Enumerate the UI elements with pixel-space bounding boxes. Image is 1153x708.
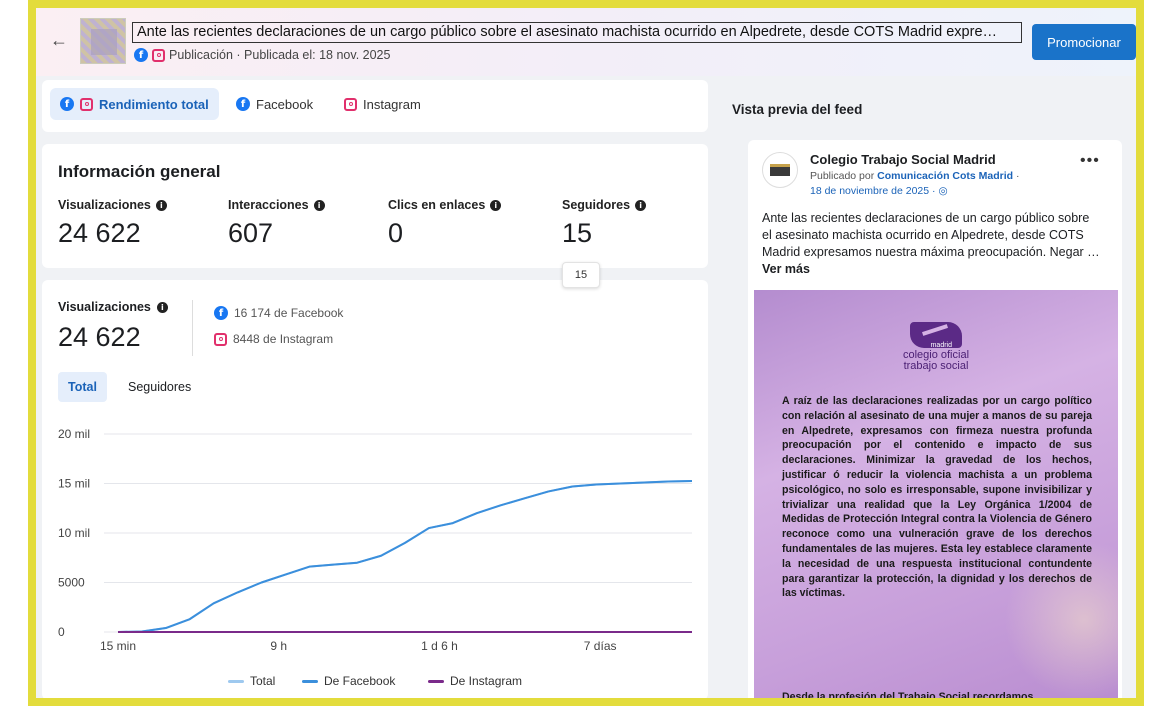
legend-facebook[interactable]: De Facebook — [302, 674, 395, 688]
page-avatar[interactable] — [762, 152, 798, 188]
post-title: Ante las recientes declaraciones de un c… — [132, 22, 1022, 43]
views-label: Visualizaciones — [58, 300, 151, 314]
followers-tooltip: 15 — [562, 262, 600, 288]
instagram-icon — [152, 48, 165, 62]
facebook-icon: f — [60, 97, 74, 111]
post-text: Ante las recientes declaraciones de un c… — [762, 210, 1102, 278]
y-tick-label: 10 mil — [58, 526, 90, 540]
metric-label: Seguidores — [562, 198, 631, 212]
image-paragraph-2: Desde la profesión del Trabajo Social re… — [782, 691, 1034, 703]
post-thumbnail — [80, 18, 126, 64]
page-name[interactable]: Colegio Trabajo Social Madrid — [810, 152, 996, 167]
series-line-de-facebook — [117, 480, 693, 633]
legend-instagram[interactable]: De Instagram — [428, 674, 522, 688]
post-date: 18 de noviembre de 2025 · ◎ — [810, 185, 948, 197]
x-tick-label: 9 h — [270, 639, 287, 650]
tab-instagram[interactable]: Instagram — [334, 88, 431, 120]
views-value: 24 622 — [58, 322, 141, 352]
legend-swatch — [428, 679, 444, 683]
y-tick-label: 15 mil — [58, 477, 90, 491]
segment-total[interactable]: Total — [58, 372, 107, 402]
cots-logo: madrid colegio oficial trabajo social — [892, 322, 980, 382]
x-tick-label: 7 días — [584, 639, 617, 650]
back-arrow-icon[interactable]: ← — [50, 30, 68, 51]
instagram-icon — [80, 97, 93, 111]
promote-button[interactable]: Promocionar — [1032, 24, 1136, 60]
metric-followers: Seguidores i 15 — [562, 198, 647, 249]
info-icon[interactable]: i — [635, 199, 647, 211]
post-header: ← Ante las recientes declaraciones de un… — [36, 8, 1136, 76]
feed-preview-title: Vista previa del feed — [732, 102, 863, 117]
legend-swatch — [302, 679, 318, 683]
legend-swatch — [228, 679, 244, 683]
feed-post: Colegio Trabajo Social Madrid Publicado … — [748, 140, 1122, 703]
post-subtitle-row: f Publicación · Publicada el: 18 nov. 20… — [134, 48, 390, 62]
post-subtitle: Publicación · Publicada el: 18 nov. 2025 — [169, 48, 391, 62]
instagram-views: 8448 de Instagram — [214, 332, 333, 346]
metric-value: 15 — [562, 218, 593, 248]
logo-line2: trabajo social — [903, 360, 969, 372]
y-tick-label: 20 mil — [58, 427, 90, 441]
post-body: Ante las recientes declaraciones de un c… — [762, 211, 1100, 259]
metric-link-clicks: Clics en enlaces i 0 — [388, 198, 502, 249]
published-by-name[interactable]: Comunicación Cots Madrid — [877, 170, 1013, 182]
instagram-views-text: 8448 de Instagram — [233, 332, 334, 346]
legend-total[interactable]: Total — [228, 674, 275, 688]
metric-interactions: Interacciones i 607 — [228, 198, 325, 249]
general-info-title: Información general — [58, 162, 221, 181]
legend-label: De Facebook — [324, 674, 396, 688]
see-more-link[interactable]: Ver más — [762, 262, 810, 276]
instagram-icon — [344, 97, 357, 111]
instagram-icon — [214, 332, 227, 346]
globe-icon: ◎ — [938, 185, 948, 197]
post-image: madrid colegio oficial trabajo social A … — [754, 290, 1118, 703]
metric-value: 0 — [388, 218, 404, 248]
tab-label: Rendimiento total — [99, 96, 209, 112]
metric-value: 607 — [228, 218, 274, 248]
published-by-prefix: Publicado por — [810, 170, 875, 182]
info-icon[interactable]: i — [155, 199, 167, 211]
segment-followers[interactable]: Seguidores — [118, 372, 201, 402]
legend-label: Total — [250, 674, 276, 688]
tab-label: Instagram — [363, 96, 421, 112]
metric-label: Interacciones — [228, 198, 309, 212]
highlight-frame: ← Ante las recientes declaraciones de un… — [28, 0, 1144, 706]
logo-mark-icon: madrid — [910, 322, 962, 349]
tab-facebook[interactable]: f Facebook — [226, 88, 323, 120]
facebook-icon: f — [236, 97, 250, 111]
published-by: Publicado por Comunicación Cots Madrid · — [810, 170, 1020, 182]
x-tick-label: 15 min — [100, 639, 136, 650]
post-date-text: 18 de noviembre de 2025 · — [810, 185, 936, 197]
metric-views: Visualizaciones i 24 622 — [58, 198, 167, 249]
feed-preview-panel: Vista previa del feed Colegio Trabajo So… — [720, 80, 1136, 698]
y-tick-label: 5000 — [58, 576, 85, 590]
image-paragraph-1: A raíz de las declaraciones realizadas p… — [782, 395, 1092, 600]
general-info-card: Información general Visualizaciones i 24 … — [42, 144, 708, 268]
divider — [192, 300, 193, 356]
x-tick-label: 1 d 6 h — [421, 639, 458, 650]
info-icon[interactable]: i — [156, 301, 168, 313]
platform-tabs: f Rendimiento total f Facebook Instagram — [42, 80, 708, 132]
facebook-icon: f — [214, 306, 228, 320]
metric-label: Clics en enlaces — [388, 198, 486, 212]
tab-label: Facebook — [256, 96, 314, 112]
info-icon[interactable]: i — [313, 199, 325, 211]
views-line-chart: 20 mil 15 mil 10 mil 5000 0 15 min 9 h 1 d 6 h 7… — [58, 427, 693, 650]
tab-total-performance[interactable]: f Rendimiento total — [50, 88, 219, 120]
facebook-views: f 16 174 de Facebook — [214, 306, 343, 320]
facebook-views-text: 16 174 de Facebook — [234, 306, 344, 320]
views-chart-card: Visualizaciones i 24 622 f 16 174 de Face… — [42, 280, 708, 698]
facebook-icon: f — [134, 48, 148, 62]
y-tick-label: 0 — [58, 625, 65, 639]
more-options-icon[interactable]: ••• — [1080, 152, 1100, 170]
legend-label: De Instagram — [450, 674, 523, 688]
metric-value: 24 622 — [58, 218, 141, 248]
info-icon[interactable]: i — [490, 199, 502, 211]
metric-label: Visualizaciones — [58, 198, 151, 212]
logo-small-text: madrid — [930, 342, 952, 349]
